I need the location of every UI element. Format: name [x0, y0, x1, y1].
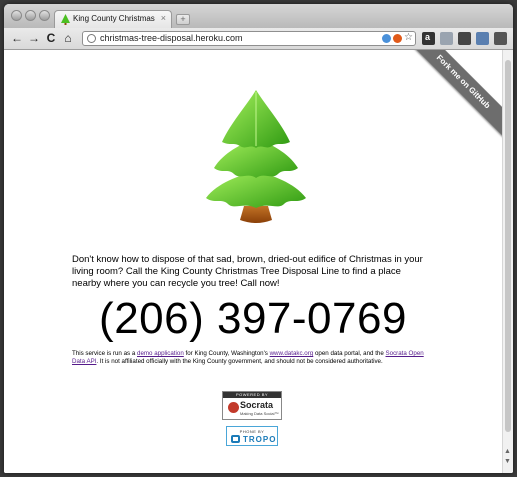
new-tab-button[interactable]: + — [176, 14, 190, 25]
url-text[interactable]: christmas-tree-disposal.heroku.com — [100, 33, 243, 43]
tab-close-icon[interactable]: × — [161, 13, 166, 23]
socrata-badge[interactable]: POWERED BY Socrata Making Data Social™ — [222, 391, 282, 420]
close-window-button[interactable] — [11, 10, 22, 21]
bookmark-star-icon[interactable]: ☆ — [404, 32, 413, 43]
tropo-phone-by: PHONE BY — [239, 429, 265, 434]
tropo-badge[interactable]: PHONE BY TROPO — [226, 426, 278, 446]
christmas-tree-icon — [206, 90, 306, 223]
calendar-extension-icon[interactable] — [476, 32, 489, 45]
reload-button[interactable]: C — [44, 31, 58, 45]
tropo-logo-icon — [231, 435, 240, 443]
wrench-menu-icon[interactable] — [494, 32, 507, 45]
datakc-link[interactable]: www.datakc.org — [270, 350, 314, 357]
socrata-tagline: Making Data Social™ — [240, 411, 279, 416]
extension-blue-icon[interactable] — [382, 34, 391, 43]
scroll-up-arrow-icon[interactable]: ▲ — [504, 448, 511, 455]
demo-application-link[interactable]: demo application — [137, 350, 184, 357]
globe-icon — [87, 34, 96, 43]
puzzle-extension-icon[interactable] — [458, 32, 471, 45]
back-button[interactable]: ← — [10, 31, 24, 45]
socrata-logo-icon — [228, 402, 239, 413]
home-button[interactable]: ⌂ — [61, 31, 75, 45]
tab-title: King County Christmas Tree — [73, 14, 157, 23]
extension-fox-icon[interactable] — [393, 34, 402, 43]
phone-number: (206) 397-0769 — [99, 294, 407, 343]
page-content: Fork me on GitHub Don't know how to disp… — [4, 50, 502, 473]
description-text: Don't know how to dispose of that sad, b… — [72, 254, 423, 289]
tropo-name: TROPO — [243, 435, 277, 444]
tab-active[interactable]: King County Christmas Tree × — [54, 10, 172, 28]
tree-favicon-icon — [61, 14, 70, 25]
socrata-powered-by: POWERED BY — [223, 392, 281, 398]
scrollbar-thumb[interactable] — [505, 60, 511, 432]
browser-toolbar: ← → C ⌂ christmas-tree-disposal.heroku.c… — [4, 28, 513, 50]
tab-strip: King County Christmas Tree × + — [4, 4, 513, 28]
address-bar[interactable]: christmas-tree-disposal.heroku.com ☆ — [82, 31, 416, 46]
extension-icon[interactable] — [440, 32, 453, 45]
vertical-scrollbar[interactable]: ▲ ▼ — [502, 50, 513, 473]
socrata-name: Socrata — [240, 400, 274, 410]
amazon-extension-icon[interactable]: a — [422, 32, 435, 45]
zoom-window-button[interactable] — [39, 10, 50, 21]
fork-github-ribbon[interactable]: Fork me on GitHub — [402, 50, 502, 143]
scroll-down-arrow-icon[interactable]: ▼ — [504, 458, 511, 465]
disclaimer-text: This service is run as a demo applicatio… — [72, 350, 424, 365]
forward-button[interactable]: → — [27, 31, 41, 45]
minimize-window-button[interactable] — [25, 10, 36, 21]
browser-window: King County Christmas Tree × + ← → C ⌂ c… — [4, 4, 513, 473]
